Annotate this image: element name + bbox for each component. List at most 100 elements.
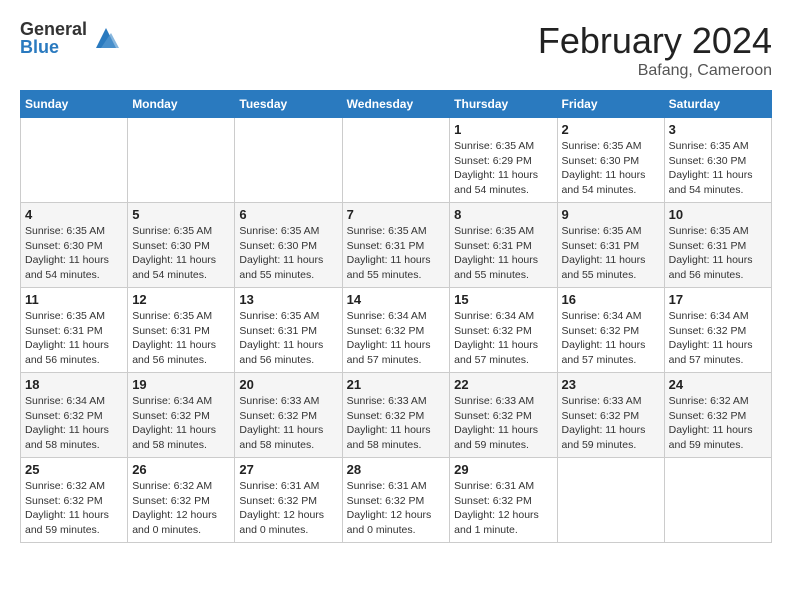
calendar-cell: 3 Sunrise: 6:35 AM Sunset: 6:30 PM Daylig… <box>664 118 771 203</box>
calendar-cell <box>342 118 450 203</box>
col-header-wednesday: Wednesday <box>342 91 450 118</box>
day-number: 17 <box>669 292 767 307</box>
day-number: 2 <box>562 122 660 137</box>
day-number: 16 <box>562 292 660 307</box>
day-number: 5 <box>132 207 230 222</box>
day-info: Sunrise: 6:32 AM Sunset: 6:32 PM Dayligh… <box>669 394 767 453</box>
logo: General Blue <box>20 20 121 56</box>
day-number: 21 <box>347 377 446 392</box>
day-number: 29 <box>454 462 552 477</box>
day-number: 3 <box>669 122 767 137</box>
day-number: 26 <box>132 462 230 477</box>
page-header: General Blue February 2024 Bafang, Camer… <box>20 20 772 80</box>
day-number: 12 <box>132 292 230 307</box>
calendar-cell <box>21 118 128 203</box>
calendar-cell: 27 Sunrise: 6:31 AM Sunset: 6:32 PM Dayli… <box>235 458 342 543</box>
calendar-cell: 11Sunrise: 6:35 AM Sunset: 6:31 PM Dayli… <box>21 288 128 373</box>
calendar-cell: 23 Sunrise: 6:33 AM Sunset: 6:32 PM Dayli… <box>557 373 664 458</box>
calendar-cell: 15 Sunrise: 6:34 AM Sunset: 6:32 PM Dayli… <box>450 288 557 373</box>
day-number: 27 <box>239 462 337 477</box>
day-info: Sunrise: 6:35 AM Sunset: 6:30 PM Dayligh… <box>132 224 230 283</box>
calendar-cell: 12 Sunrise: 6:35 AM Sunset: 6:31 PM Dayli… <box>128 288 235 373</box>
day-number: 7 <box>347 207 446 222</box>
month-title: February 2024 <box>538 20 772 62</box>
day-info: Sunrise: 6:31 AM Sunset: 6:32 PM Dayligh… <box>239 479 337 538</box>
day-number: 8 <box>454 207 552 222</box>
day-number: 22 <box>454 377 552 392</box>
day-number: 1 <box>454 122 552 137</box>
day-info: Sunrise: 6:34 AM Sunset: 6:32 PM Dayligh… <box>454 309 552 368</box>
day-info: Sunrise: 6:35 AM Sunset: 6:30 PM Dayligh… <box>669 139 767 198</box>
day-info: Sunrise: 6:33 AM Sunset: 6:32 PM Dayligh… <box>562 394 660 453</box>
logo-blue-text: Blue <box>20 38 87 56</box>
calendar-cell: 1 Sunrise: 6:35 AM Sunset: 6:29 PM Daylig… <box>450 118 557 203</box>
calendar-cell: 4 Sunrise: 6:35 AM Sunset: 6:30 PM Daylig… <box>21 203 128 288</box>
calendar-week-row: 4 Sunrise: 6:35 AM Sunset: 6:30 PM Daylig… <box>21 203 772 288</box>
day-info: Sunrise: 6:34 AM Sunset: 6:32 PM Dayligh… <box>347 309 446 368</box>
calendar-cell <box>664 458 771 543</box>
calendar-cell: 22 Sunrise: 6:33 AM Sunset: 6:32 PM Dayli… <box>450 373 557 458</box>
day-number: 15 <box>454 292 552 307</box>
day-info: Sunrise: 6:34 AM Sunset: 6:32 PM Dayligh… <box>25 394 123 453</box>
day-info: Sunrise: 6:34 AM Sunset: 6:32 PM Dayligh… <box>562 309 660 368</box>
day-number: 13 <box>239 292 337 307</box>
calendar-cell <box>128 118 235 203</box>
day-number: 10 <box>669 207 767 222</box>
calendar-cell: 10 Sunrise: 6:35 AM Sunset: 6:31 PM Dayli… <box>664 203 771 288</box>
day-info: Sunrise: 6:35 AM Sunset: 6:31 PM Dayligh… <box>25 309 123 368</box>
day-info: Sunrise: 6:34 AM Sunset: 6:32 PM Dayligh… <box>132 394 230 453</box>
calendar-cell <box>557 458 664 543</box>
calendar-cell: 25 Sunrise: 6:32 AM Sunset: 6:32 PM Dayli… <box>21 458 128 543</box>
day-info: Sunrise: 6:31 AM Sunset: 6:32 PM Dayligh… <box>347 479 446 538</box>
calendar-cell: 28 Sunrise: 6:31 AM Sunset: 6:32 PM Dayli… <box>342 458 450 543</box>
day-number: 24 <box>669 377 767 392</box>
calendar-cell: 17Sunrise: 6:34 AM Sunset: 6:32 PM Dayli… <box>664 288 771 373</box>
calendar-cell: 16 Sunrise: 6:34 AM Sunset: 6:32 PM Dayli… <box>557 288 664 373</box>
day-info: Sunrise: 6:35 AM Sunset: 6:31 PM Dayligh… <box>669 224 767 283</box>
day-info: Sunrise: 6:33 AM Sunset: 6:32 PM Dayligh… <box>454 394 552 453</box>
calendar-cell: 6Sunrise: 6:35 AM Sunset: 6:30 PM Daylig… <box>235 203 342 288</box>
logo-icon <box>91 23 121 53</box>
calendar-cell: 8 Sunrise: 6:35 AM Sunset: 6:31 PM Daylig… <box>450 203 557 288</box>
calendar-week-row: 11Sunrise: 6:35 AM Sunset: 6:31 PM Dayli… <box>21 288 772 373</box>
day-info: Sunrise: 6:32 AM Sunset: 6:32 PM Dayligh… <box>25 479 123 538</box>
day-number: 20 <box>239 377 337 392</box>
day-number: 25 <box>25 462 123 477</box>
day-info: Sunrise: 6:33 AM Sunset: 6:32 PM Dayligh… <box>239 394 337 453</box>
day-info: Sunrise: 6:35 AM Sunset: 6:29 PM Dayligh… <box>454 139 552 198</box>
calendar-table: SundayMondayTuesdayWednesdayThursdayFrid… <box>20 90 772 543</box>
title-section: February 2024 Bafang, Cameroon <box>538 20 772 80</box>
day-number: 28 <box>347 462 446 477</box>
day-number: 9 <box>562 207 660 222</box>
day-info: Sunrise: 6:32 AM Sunset: 6:32 PM Dayligh… <box>132 479 230 538</box>
logo-general-text: General <box>20 20 87 38</box>
col-header-saturday: Saturday <box>664 91 771 118</box>
calendar-cell: 7Sunrise: 6:35 AM Sunset: 6:31 PM Daylig… <box>342 203 450 288</box>
calendar-cell: 21 Sunrise: 6:33 AM Sunset: 6:32 PM Dayli… <box>342 373 450 458</box>
calendar-cell: 24 Sunrise: 6:32 AM Sunset: 6:32 PM Dayli… <box>664 373 771 458</box>
calendar-cell: 29 Sunrise: 6:31 AM Sunset: 6:32 PM Dayli… <box>450 458 557 543</box>
day-info: Sunrise: 6:31 AM Sunset: 6:32 PM Dayligh… <box>454 479 552 538</box>
day-number: 4 <box>25 207 123 222</box>
day-info: Sunrise: 6:35 AM Sunset: 6:31 PM Dayligh… <box>454 224 552 283</box>
calendar-cell: 18Sunrise: 6:34 AM Sunset: 6:32 PM Dayli… <box>21 373 128 458</box>
day-info: Sunrise: 6:35 AM Sunset: 6:30 PM Dayligh… <box>239 224 337 283</box>
day-info: Sunrise: 6:35 AM Sunset: 6:31 PM Dayligh… <box>562 224 660 283</box>
calendar-cell: 13Sunrise: 6:35 AM Sunset: 6:31 PM Dayli… <box>235 288 342 373</box>
calendar-cell <box>235 118 342 203</box>
day-number: 19 <box>132 377 230 392</box>
col-header-thursday: Thursday <box>450 91 557 118</box>
location-subtitle: Bafang, Cameroon <box>538 62 772 80</box>
calendar-cell: 14Sunrise: 6:34 AM Sunset: 6:32 PM Dayli… <box>342 288 450 373</box>
col-header-sunday: Sunday <box>21 91 128 118</box>
calendar-cell: 20 Sunrise: 6:33 AM Sunset: 6:32 PM Dayli… <box>235 373 342 458</box>
col-header-friday: Friday <box>557 91 664 118</box>
calendar-week-row: 1 Sunrise: 6:35 AM Sunset: 6:29 PM Daylig… <box>21 118 772 203</box>
col-header-monday: Monday <box>128 91 235 118</box>
day-info: Sunrise: 6:35 AM Sunset: 6:30 PM Dayligh… <box>25 224 123 283</box>
day-info: Sunrise: 6:33 AM Sunset: 6:32 PM Dayligh… <box>347 394 446 453</box>
day-info: Sunrise: 6:35 AM Sunset: 6:31 PM Dayligh… <box>132 309 230 368</box>
calendar-header-row: SundayMondayTuesdayWednesdayThursdayFrid… <box>21 91 772 118</box>
day-number: 23 <box>562 377 660 392</box>
col-header-tuesday: Tuesday <box>235 91 342 118</box>
